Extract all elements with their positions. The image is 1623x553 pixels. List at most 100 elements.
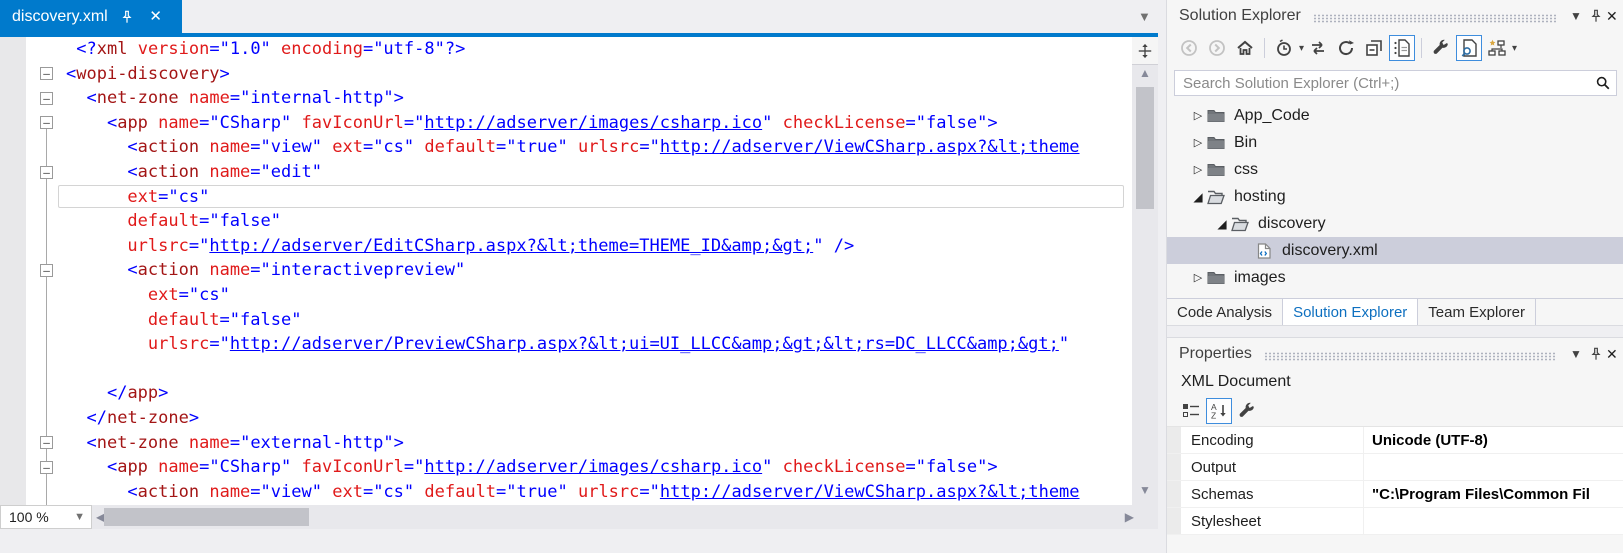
code-url-token[interactable]: http://adserver/ViewCSharp.aspx?&lt;them…: [660, 482, 1080, 502]
code-token: =: [496, 482, 506, 502]
scroll-right-icon[interactable]: ▶: [1125, 505, 1134, 529]
pin-icon[interactable]: [117, 8, 137, 26]
fold-collapse-icon[interactable]: –: [40, 264, 53, 277]
search-icon[interactable]: [1590, 75, 1616, 91]
split-window-handle[interactable]: [1132, 37, 1158, 65]
code-line[interactable]: <action name="interactivepreview": [0, 258, 1132, 283]
code-token: "cs": [189, 285, 230, 305]
code-line[interactable]: <action name="edit": [0, 160, 1132, 185]
fold-collapse-icon[interactable]: –: [40, 67, 53, 80]
tree-item-discovery[interactable]: ◢discovery: [1167, 210, 1623, 237]
chevron-down-icon[interactable]: ▾: [1299, 43, 1304, 54]
code-line[interactable]: <action name="view" ext="cs" default="tr…: [0, 480, 1132, 505]
close-icon[interactable]: ✕: [1606, 7, 1620, 25]
code-token: [322, 137, 332, 157]
properties-object-name[interactable]: XML Document: [1167, 368, 1623, 396]
show-all-files-icon[interactable]: [1389, 35, 1415, 61]
property-value[interactable]: [1364, 454, 1623, 480]
sync-arrows-icon[interactable]: [1305, 35, 1331, 61]
properties-wrench-icon[interactable]: [1428, 35, 1454, 61]
close-icon[interactable]: ✕: [146, 8, 166, 26]
code-url-token[interactable]: http://adserver/images/csharp.ico: [424, 457, 762, 477]
pin-icon[interactable]: [1586, 345, 1606, 363]
tab-well-chevron-icon[interactable]: ▼: [1138, 9, 1151, 24]
tree-expand-icon[interactable]: ▷: [1189, 271, 1207, 284]
fold-collapse-icon[interactable]: –: [40, 116, 53, 129]
code-line[interactable]: <app name="CSharp" favIconUrl="http://ad…: [0, 455, 1132, 480]
preview-selected-items-icon[interactable]: [1456, 35, 1482, 61]
tree-item-app-code[interactable]: ▷App_Code: [1167, 102, 1623, 129]
property-value[interactable]: "C:\Program Files\Common Fil: [1364, 481, 1623, 507]
code-line[interactable]: <net-zone name="internal-http">: [0, 86, 1132, 111]
fold-collapse-icon[interactable]: –: [40, 461, 53, 474]
fold-collapse-icon[interactable]: –: [40, 92, 53, 105]
code-line[interactable]: [0, 357, 1132, 382]
tab-team-explorer[interactable]: Team Explorer: [1418, 299, 1536, 325]
history-clock-icon[interactable]: [1271, 35, 1297, 61]
tree-item-images[interactable]: ▷images: [1167, 264, 1623, 291]
code-area[interactable]: <?xml version="1.0" encoding="utf-8"?><w…: [0, 37, 1132, 505]
code-line[interactable]: <wopi-discovery>: [0, 62, 1132, 87]
code-line[interactable]: <?xml version="1.0" encoding="utf-8"?>: [0, 37, 1132, 62]
class-diagram-icon[interactable]: [1484, 35, 1510, 61]
panel-splitter[interactable]: [1167, 325, 1623, 338]
horizontal-scrollbar[interactable]: ◀ ▶: [92, 505, 1158, 529]
code-line[interactable]: </app>: [0, 381, 1132, 406]
code-token: "CSharp": [209, 113, 291, 133]
code-line[interactable]: </net-zone>: [0, 406, 1132, 431]
code-line[interactable]: <net-zone name="external-http">: [0, 431, 1132, 456]
tree-item-css[interactable]: ▷css: [1167, 156, 1623, 183]
code-url-token[interactable]: http://adserver/images/csharp.ico: [424, 113, 762, 133]
fold-collapse-icon[interactable]: –: [40, 166, 53, 179]
chevron-down-icon[interactable]: ▼: [1566, 7, 1586, 25]
code-url-token[interactable]: http://adserver/EditCSharp.aspx?&lt;them…: [209, 236, 813, 256]
tree-item-bin[interactable]: ▷Bin: [1167, 129, 1623, 156]
property-value[interactable]: Unicode (UTF-8): [1364, 427, 1623, 453]
close-icon[interactable]: ✕: [1606, 345, 1620, 363]
code-line-current[interactable]: ext="cs": [0, 185, 1132, 210]
tab-solution-explorer[interactable]: Solution Explorer: [1283, 299, 1418, 325]
horizontal-scroll-thumb[interactable]: [104, 508, 309, 526]
document-tab[interactable]: discovery.xml ✕: [0, 0, 182, 33]
code-line[interactable]: default="false": [0, 209, 1132, 234]
chevron-down-icon[interactable]: ▼: [1566, 345, 1586, 363]
home-icon[interactable]: [1232, 35, 1258, 61]
tree-item-hosting[interactable]: ◢hosting: [1167, 183, 1623, 210]
pin-icon[interactable]: [1586, 7, 1606, 25]
chevron-down-icon[interactable]: ▾: [1512, 43, 1517, 54]
tree-expand-icon[interactable]: ▷: [1189, 109, 1207, 122]
code-token: urlsrc: [148, 334, 209, 354]
refresh-icon[interactable]: [1333, 35, 1359, 61]
code-url-token[interactable]: http://adserver/ViewCSharp.aspx?&lt;them…: [660, 137, 1080, 157]
scroll-up-icon[interactable]: ▲: [1132, 66, 1158, 80]
code-line[interactable]: <action name="view" ext="cs" default="tr…: [0, 135, 1132, 160]
tree-item-discovery-xml[interactable]: discovery.xml: [1167, 237, 1623, 264]
editor-zoom-select[interactable]: 100 % ▼: [0, 505, 92, 529]
code-line[interactable]: ext="cs": [0, 283, 1132, 308]
tab-code-analysis[interactable]: Code Analysis: [1167, 299, 1283, 325]
drag-grip[interactable]: [1264, 352, 1556, 361]
vertical-scrollbar[interactable]: ▲ ▼: [1132, 37, 1158, 505]
collapse-all-icon[interactable]: [1361, 35, 1387, 61]
code-token: [66, 137, 127, 157]
tree-expand-icon[interactable]: ◢: [1189, 190, 1207, 204]
code-line[interactable]: default="false": [0, 308, 1132, 333]
drag-grip[interactable]: [1313, 14, 1556, 23]
alphabetical-sort-icon[interactable]: AZ: [1206, 398, 1232, 424]
code-url-token[interactable]: http://adserver/PreviewCSharp.aspx?&lt;u…: [230, 334, 1059, 354]
scroll-down-icon[interactable]: ▼: [1132, 483, 1158, 497]
code-line[interactable]: urlsrc="http://adserver/PreviewCSharp.as…: [0, 332, 1132, 357]
tree-expand-icon[interactable]: ◢: [1213, 217, 1231, 231]
search-input[interactable]: [1175, 74, 1590, 93]
vertical-scroll-thumb[interactable]: [1136, 87, 1154, 209]
code-line[interactable]: <app name="CSharp" favIconUrl="http://ad…: [0, 111, 1132, 136]
tree-expand-icon[interactable]: ▷: [1189, 163, 1207, 176]
fold-collapse-icon[interactable]: –: [40, 436, 53, 449]
categorized-icon[interactable]: [1178, 398, 1204, 424]
code-line[interactable]: urlsrc="http://adserver/EditCSharp.aspx?…: [0, 234, 1132, 259]
window-bottom-strip: [0, 529, 1158, 553]
code-token: [271, 39, 281, 59]
property-value[interactable]: [1364, 508, 1623, 534]
tree-expand-icon[interactable]: ▷: [1189, 136, 1207, 149]
property-row-margin: [1167, 481, 1181, 507]
